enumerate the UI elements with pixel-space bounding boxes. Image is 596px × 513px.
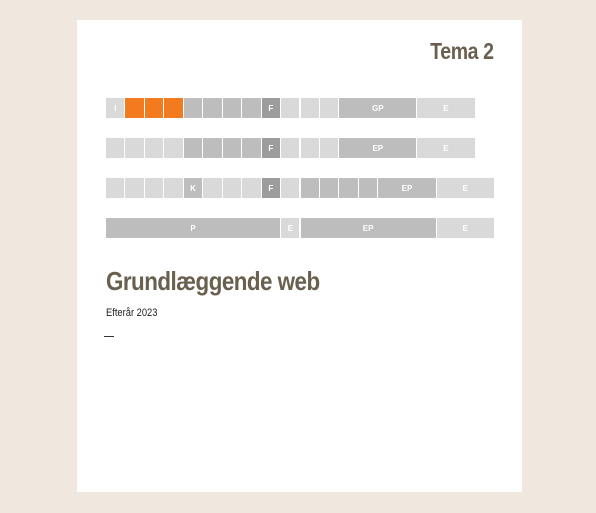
schedule-cell [144, 98, 164, 118]
schedule-cell: F [261, 178, 281, 198]
schedule-cell [203, 138, 222, 158]
schedule-cell: P [106, 218, 281, 238]
schedule-cell [125, 98, 144, 118]
schedule-cell [300, 98, 319, 118]
schedule-cell [281, 138, 300, 158]
slide-title: Tema 2 [430, 38, 495, 64]
schedule-cell [242, 178, 261, 198]
schedule-cell: E [436, 218, 494, 238]
schedule-cell [183, 98, 203, 118]
schedule-cell [242, 98, 261, 118]
schedule-cell [319, 178, 339, 198]
page-title: Grundlæggende web [106, 266, 320, 296]
schedule-row: F EP E [106, 138, 495, 158]
schedule-cell [125, 138, 144, 158]
schedule-row: P E EP E [106, 218, 495, 238]
schedule-cell [222, 178, 242, 198]
schedule-cell [281, 178, 300, 198]
schedule-row: I F GP E [106, 98, 495, 118]
schedule-row: K F EP E [106, 178, 495, 198]
schedule-cell [300, 178, 319, 198]
schedule-cell: EP [378, 178, 436, 198]
schedule-cell [125, 178, 144, 198]
semester-label: Efterår 2023 [106, 307, 158, 319]
schedule-cell: K [183, 178, 203, 198]
schedule-cell [319, 98, 339, 118]
schedule-cell: E [417, 98, 475, 118]
schedule-cell [164, 138, 183, 158]
schedule-cell [144, 138, 164, 158]
schedule-cell [203, 98, 222, 118]
schedule-cell [144, 178, 164, 198]
schedule-cell [242, 138, 261, 158]
schedule-cell [222, 138, 242, 158]
schedule-cell: F [261, 138, 281, 158]
schedule-cell [319, 138, 339, 158]
schedule-cell [106, 138, 125, 158]
schedule-cell [300, 138, 319, 158]
schedule-cell: EP [300, 218, 436, 238]
schedule-cell [183, 138, 203, 158]
schedule-cell [106, 178, 125, 198]
slide: Tema 2 I F GP E F EP E K F EP E P E EP E Grundlæggende… [77, 20, 522, 492]
schedule-cell: E [281, 218, 300, 238]
schedule-cell: EP [339, 138, 417, 158]
schedule-cell [358, 178, 378, 198]
schedule-cell [222, 98, 242, 118]
schedule-cell: F [261, 98, 281, 118]
schedule-cell [339, 178, 358, 198]
divider [104, 336, 114, 337]
schedule-cell: E [417, 138, 475, 158]
schedule-cell [281, 98, 300, 118]
schedule-cell [164, 98, 183, 118]
schedule-cell [164, 178, 183, 198]
schedule-cell: I [106, 98, 125, 118]
schedule-cell [203, 178, 222, 198]
schedule-cell: GP [339, 98, 417, 118]
schedule-cell: E [436, 178, 494, 198]
